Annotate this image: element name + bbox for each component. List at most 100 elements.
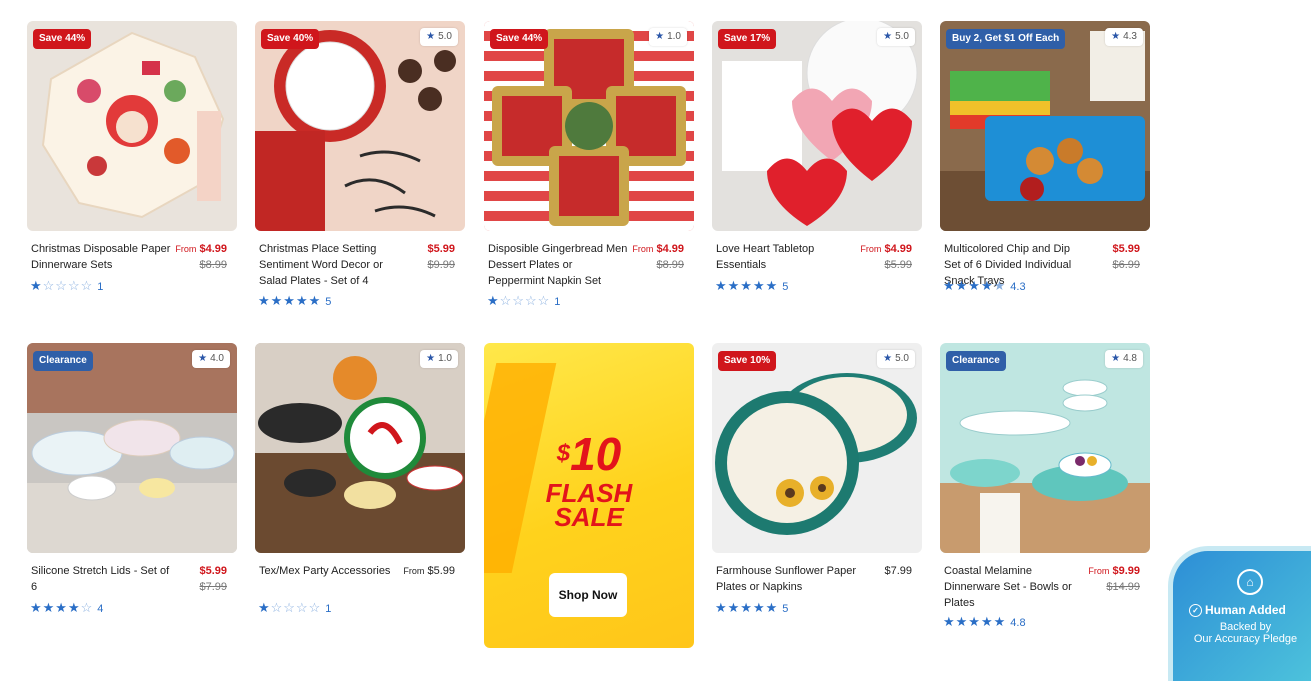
star-rating[interactable]: ★★★★☆ 4 — [30, 601, 103, 616]
clearance-badge: Clearance — [33, 351, 93, 371]
price-block: $5.99 $7.99 — [199, 563, 227, 595]
product-card[interactable]: Save 44% ★ 1.0 Disposible Gingerbread Men… — [484, 21, 694, 308]
price-block: From $9.99 $14.99 — [1088, 563, 1140, 595]
star-icon: ★ — [883, 31, 893, 42]
star-icon: ★ — [198, 353, 208, 364]
product-card[interactable]: Save 10% ★ 5.0 Farmhouse Sunflower Paper … — [712, 343, 922, 615]
price-from-label: From — [403, 566, 425, 576]
original-price: $14.99 — [1106, 581, 1140, 593]
product-name[interactable]: Coastal Melamine Dinnerware Set - Bowls … — [944, 563, 1086, 611]
clearance-badge: Clearance — [946, 351, 1006, 371]
rating-pill: ★ 5.0 — [877, 28, 915, 46]
sale-price: $5.99 — [199, 565, 227, 577]
review-count: 4.8 — [1010, 617, 1026, 629]
product-image[interactable]: Save 44% — [27, 21, 237, 231]
product-name[interactable]: Tex/Mex Party Accessories — [259, 563, 401, 579]
flash-sale-title: FLASH SALE — [545, 478, 633, 532]
rating-pill: ★ 4.8 — [1105, 350, 1143, 368]
product-image[interactable]: Save 10% ★ 5.0 — [712, 343, 922, 553]
product-card[interactable]: Save 40% ★ 5.0 Christmas Place Setting Se… — [255, 21, 465, 308]
star-rating[interactable]: ★★★★★ 4.3 — [943, 279, 1026, 294]
product-image[interactable]: Save 17% ★ 5.0 — [712, 21, 922, 231]
discount-badge: Save 10% — [718, 351, 777, 371]
product-card[interactable]: Clearance ★ 4.0 Silicone Stretch Lids - S… — [27, 343, 237, 615]
star-icon: ★ — [426, 31, 436, 42]
review-count: 1 — [97, 281, 104, 293]
star-icon: ★ — [655, 31, 665, 42]
review-count: 5 — [782, 281, 789, 293]
product-name[interactable]: Christmas Place Setting Sentiment Word D… — [259, 241, 401, 289]
price-from-label: From — [860, 244, 882, 254]
shop-now-button[interactable]: Shop Now — [549, 573, 627, 617]
star-rating[interactable]: ★★★★★ 5 — [715, 601, 788, 616]
silicone-lids-illustration — [27, 343, 237, 553]
price: $7.99 — [884, 565, 912, 577]
original-price: $5.99 — [884, 259, 912, 271]
price-block: $7.99 — [884, 563, 912, 579]
product-card[interactable]: Clearance ★ 4.8 Coastal Melamine Dinnerwa… — [940, 343, 1150, 629]
review-count: 4.3 — [1010, 281, 1026, 293]
sunflower-plates-illustration — [715, 373, 917, 535]
product-name[interactable]: Disposible Gingerbread Men Dessert Plate… — [488, 241, 630, 289]
original-price: $8.99 — [656, 259, 684, 271]
review-count: 1 — [554, 296, 561, 308]
gingerbread-plates-illustration — [484, 21, 694, 231]
product-name[interactable]: Love Heart Tabletop Essentials — [716, 241, 858, 273]
pledge-title: ✓ Human Added — [1189, 603, 1286, 618]
product-card[interactable]: ★ 1.0 Tex/Mex Party Accessories From $5.9… — [255, 343, 465, 615]
star-rating[interactable]: ★☆☆☆☆ 1 — [487, 294, 560, 309]
product-name[interactable]: Silicone Stretch Lids - Set of 6 — [31, 563, 173, 595]
review-count: 4 — [97, 603, 104, 615]
price-block: From $4.99 $5.99 — [860, 241, 912, 273]
price-block: $5.99 $6.99 — [1112, 241, 1140, 273]
star-rating[interactable]: ★☆☆☆☆ 1 — [258, 601, 331, 616]
star-icon: ★ — [1111, 31, 1121, 42]
star-rating[interactable]: ★☆☆☆☆ 1 — [30, 279, 103, 294]
original-price: $6.99 — [1112, 259, 1140, 271]
price-from-label: From — [632, 244, 654, 254]
discount-badge: Save 17% — [718, 29, 777, 49]
sale-price: $5.99 — [427, 243, 455, 255]
sale-price: $4.99 — [884, 243, 912, 255]
product-name[interactable]: Farmhouse Sunflower Paper Plates or Napk… — [716, 563, 858, 595]
product-image[interactable]: ★ 1.0 — [255, 343, 465, 553]
melamine-dinnerware-illustration — [940, 379, 1150, 553]
pledge-line1: Backed by — [1219, 621, 1272, 633]
original-price: $8.99 — [199, 259, 227, 271]
discount-badge: Save 40% — [261, 29, 320, 49]
rating-pill: ★ 1.0 — [420, 350, 458, 368]
price-block: From $4.99 $8.99 — [175, 241, 227, 273]
product-image[interactable]: Save 40% ★ 5.0 — [255, 21, 465, 231]
product-image[interactable]: Save 44% ★ 1.0 — [484, 21, 694, 231]
home-icon: ⌂ — [1237, 569, 1263, 595]
christmas-plate-illustration — [41, 31, 225, 219]
product-name[interactable]: Christmas Disposable Paper Dinnerware Se… — [31, 241, 173, 273]
product-image[interactable]: Clearance ★ 4.0 — [27, 343, 237, 553]
star-rating[interactable]: ★★★★★ 4.8 — [943, 615, 1026, 630]
accuracy-pledge-widget[interactable]: ⌂ ✓ Human Added Backed by Our Accuracy Pl… — [1168, 546, 1311, 681]
product-image[interactable]: Clearance ★ 4.8 — [940, 343, 1150, 553]
flash-sale-banner[interactable]: $10 FLASH SALE Shop Now — [484, 343, 694, 648]
rating-pill: ★ 4.0 — [192, 350, 230, 368]
product-card[interactable]: Save 17% ★ 5.0 Love Heart Tabletop Essent… — [712, 21, 922, 293]
price: $5.99 — [427, 565, 455, 577]
price-from-label: From — [175, 244, 197, 254]
star-rating[interactable]: ★★★★★ 5 — [258, 294, 331, 309]
product-card[interactable]: Buy 2, Get $1 Off Each ★ 4.3 Multicolored… — [940, 21, 1150, 293]
pledge-line2: Our Accuracy Pledge — [1193, 633, 1298, 645]
sale-price: $4.99 — [199, 243, 227, 255]
sale-price: $5.99 — [1112, 243, 1140, 255]
price-block: $5.99 $9.99 — [427, 241, 455, 273]
star-icon: ★ — [426, 353, 436, 364]
star-rating[interactable]: ★★★★★ 5 — [715, 279, 788, 294]
texmex-accessories-illustration — [255, 343, 465, 553]
sale-price: $4.99 — [656, 243, 684, 255]
product-card[interactable]: Save 44% Christmas Disposable Paper Dinn… — [27, 21, 237, 293]
rating-pill: ★ 1.0 — [649, 28, 687, 46]
promo-badge: Buy 2, Get $1 Off Each — [946, 29, 1066, 49]
product-image[interactable]: Buy 2, Get $1 Off Each ★ 4.3 — [940, 21, 1150, 231]
review-count: 5 — [325, 296, 332, 308]
sale-price: $9.99 — [1112, 565, 1140, 577]
discount-badge: Save 44% — [490, 29, 549, 49]
discount-badge: Save 44% — [33, 29, 92, 49]
